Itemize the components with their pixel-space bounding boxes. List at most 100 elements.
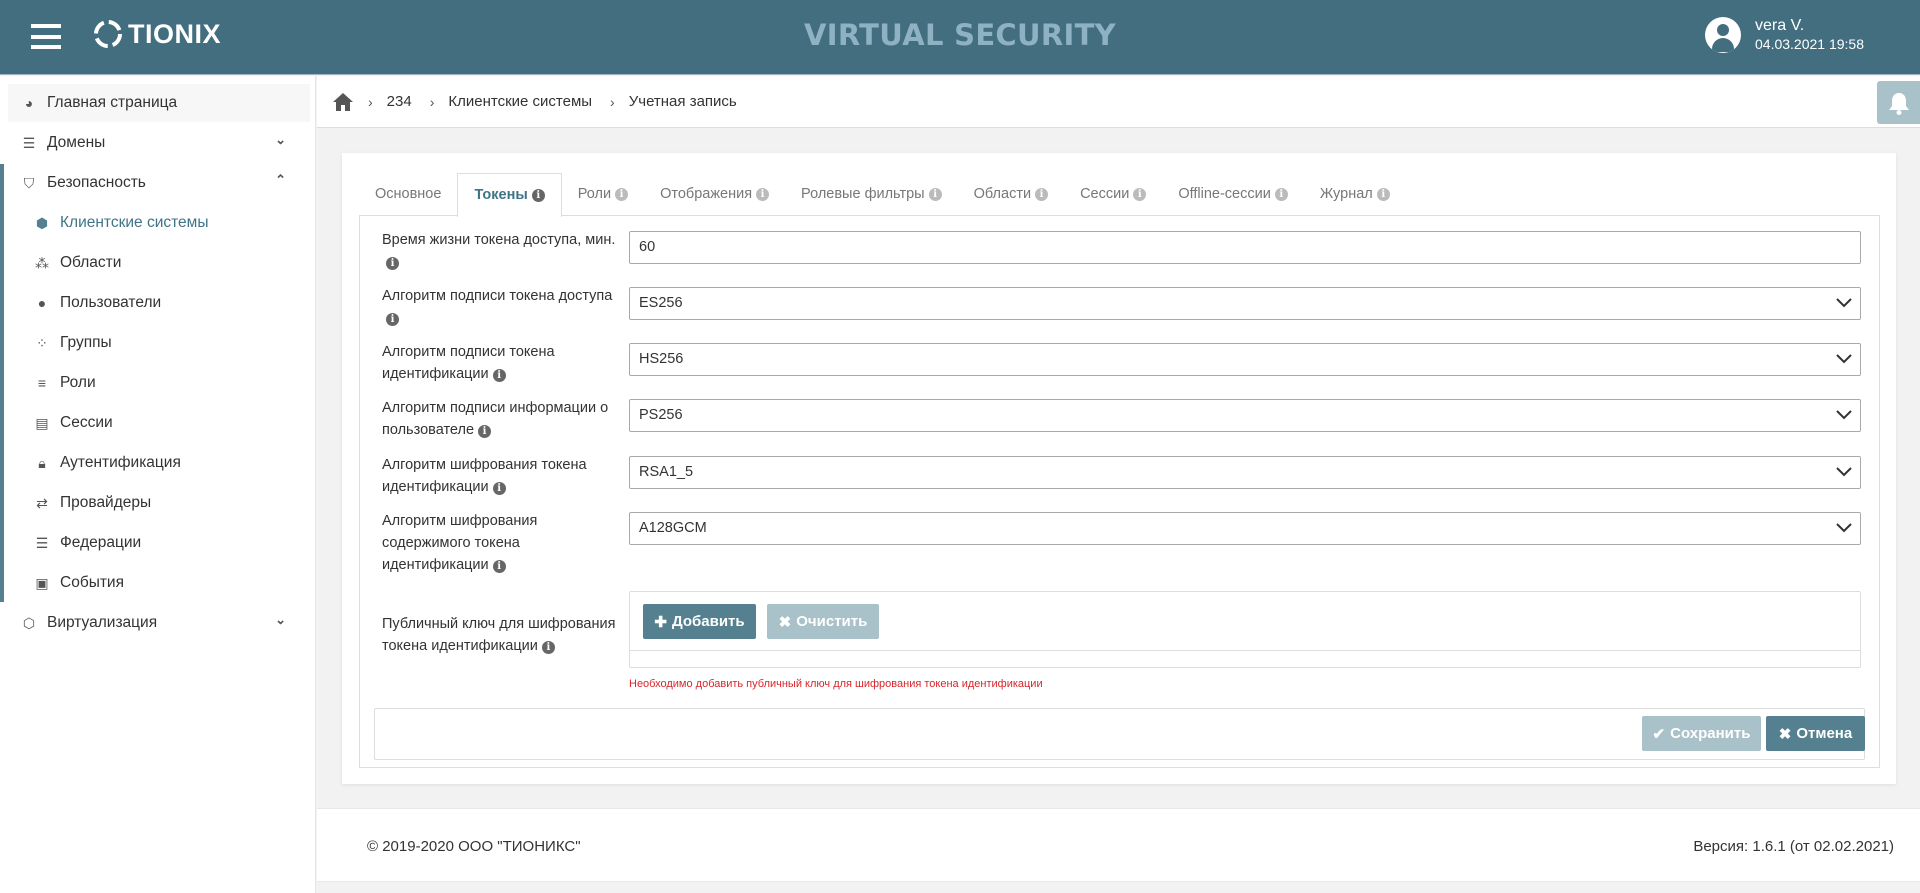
info-icon[interactable]: i bbox=[386, 313, 399, 326]
sidebar-item[interactable]: ⛉ Безопасность ⌃ bbox=[8, 164, 310, 202]
copyright: © 2019-2020 ООО "ТИОНИКС" bbox=[367, 838, 581, 855]
info-icon[interactable]: i bbox=[492, 369, 506, 382]
notifications-button[interactable] bbox=[1877, 81, 1920, 124]
footer: © 2019-2020 ООО "ТИОНИКС" Версия: 1.6.1 … bbox=[317, 808, 1920, 882]
home-icon[interactable] bbox=[332, 92, 354, 112]
calendar-check-icon: ▣ bbox=[35, 574, 49, 591]
algorithm-select[interactable]: HS256 bbox=[629, 343, 1861, 376]
tab-label: Журнал bbox=[1319, 186, 1373, 202]
user-menu[interactable]: vera V. 04.03.2021 19:58 bbox=[1705, 17, 1864, 53]
client-settings-card: Основное Токены i Роли i Отображения i Ролевые … bbox=[342, 153, 1896, 784]
tab[interactable]: Сессии i bbox=[1064, 173, 1162, 216]
chevron-down-icon[interactable]: ⌄ bbox=[275, 612, 286, 628]
public-key-label: Публичный ключ для шифрования токена иде… bbox=[382, 616, 616, 654]
chevron-right-icon: › bbox=[610, 93, 615, 110]
sidebar-item[interactable]: ▤ Сессии bbox=[8, 404, 310, 442]
sidebar-item-label: Федерации bbox=[60, 534, 142, 551]
top-header: TIONIX VIRTUAL SECURITY vera V. 04.03.20… bbox=[0, 0, 1920, 75]
list-icon: ≡ bbox=[37, 375, 47, 391]
tab[interactable]: Токены i bbox=[457, 173, 562, 217]
chevron-up-icon[interactable]: ⌃ bbox=[275, 172, 286, 188]
field-value: RSA1_5 bbox=[639, 464, 694, 480]
chevron-right-icon: › bbox=[368, 93, 373, 110]
cubes-icon: ⁂ bbox=[35, 254, 49, 271]
database-icon: ☰ bbox=[22, 134, 36, 151]
chevron-down-icon bbox=[1836, 523, 1852, 533]
form-actions: ✔ Сохранить ✖ Отмена bbox=[374, 708, 1865, 760]
info-icon[interactable]: i bbox=[386, 257, 399, 270]
tab-label: Ролевые фильтры bbox=[801, 186, 925, 202]
avatar-icon bbox=[1705, 17, 1741, 53]
sidebar-item-label: Домены bbox=[47, 134, 106, 151]
user-name: vera V. bbox=[1755, 17, 1805, 34]
breadcrumb-item[interactable]: 234 bbox=[387, 93, 412, 110]
cancel-button[interactable]: ✖ Отмена bbox=[1766, 716, 1865, 751]
save-button[interactable]: ✔ Сохранить bbox=[1642, 716, 1761, 751]
sidebar-item-label: Виртуализация bbox=[47, 614, 158, 631]
algorithm-select[interactable]: ES256 bbox=[629, 287, 1861, 320]
info-icon[interactable]: i bbox=[478, 425, 492, 438]
chevron-down-icon bbox=[1836, 298, 1852, 308]
public-key-box: ✚ Добавить ✖ Очистить bbox=[629, 591, 1861, 668]
tab[interactable]: Основное bbox=[359, 173, 457, 216]
active-section-indicator bbox=[0, 164, 4, 602]
tab[interactable]: Области i bbox=[958, 173, 1064, 216]
current-datetime: 04.03.2021 19:58 bbox=[1755, 36, 1864, 52]
tab-label: Сессии bbox=[1080, 186, 1130, 202]
info-icon[interactable]: i bbox=[541, 641, 555, 654]
info-icon: i bbox=[1133, 188, 1147, 201]
sidebar-item-label: Аутентификация bbox=[60, 454, 181, 471]
tab[interactable]: Роли i bbox=[562, 173, 644, 216]
chevron-down-icon[interactable]: ⌄ bbox=[275, 132, 286, 148]
app-title: VIRTUAL SECURITY bbox=[804, 18, 1116, 52]
info-icon[interactable]: i bbox=[492, 560, 506, 573]
field-value: PS256 bbox=[639, 407, 683, 423]
sidebar-item[interactable]: ☰ Домены ⌄ bbox=[8, 124, 310, 162]
logo[interactable]: TIONIX bbox=[92, 18, 221, 50]
chevron-right-icon: › bbox=[429, 93, 435, 110]
codepen-icon: ⬡ bbox=[22, 614, 36, 631]
info-icon: i bbox=[1274, 188, 1288, 201]
tab[interactable]: Offline-сессии i bbox=[1162, 173, 1304, 216]
times-icon: ✖ bbox=[1778, 725, 1792, 743]
algorithm-select[interactable]: PS256 bbox=[629, 399, 1861, 432]
tab-label: Роли bbox=[577, 186, 612, 202]
sidebar-item[interactable]: ⬢ Клиентские системы bbox=[8, 204, 310, 242]
divider bbox=[630, 650, 1860, 651]
sidebar-item[interactable]: ⁘ Группы bbox=[8, 324, 310, 362]
field-label: Алгоритм шифрования токена идентификации… bbox=[382, 457, 587, 495]
sidebar-item[interactable]: ≡ Роли bbox=[8, 364, 310, 402]
tab[interactable]: Журнал i bbox=[1304, 173, 1406, 216]
tokens-tab-panel: Время жизни токена доступа, мин.i 60 Алго… bbox=[359, 215, 1880, 768]
add-key-button[interactable]: ✚ Добавить bbox=[643, 604, 756, 639]
tab[interactable]: Ролевые фильтры i bbox=[785, 173, 958, 216]
tab[interactable]: Отображения i bbox=[644, 173, 785, 216]
sidebar: ◕ Главная страница ☰ Домены ⌄ ⛉ Безопасность ⌃ ⬢… bbox=[0, 76, 316, 893]
plus-icon: ✚ bbox=[654, 613, 667, 631]
field-label: Алгоритм шифрования содержимого токена и… bbox=[382, 513, 538, 573]
info-icon[interactable]: i bbox=[492, 482, 506, 495]
algorithm-select[interactable]: A128GCM bbox=[629, 512, 1861, 545]
clear-key-button[interactable]: ✖ Очистить bbox=[767, 604, 879, 639]
lifetime-input[interactable]: 60 bbox=[629, 231, 1861, 264]
sidebar-item[interactable]: ▣ События bbox=[8, 564, 310, 602]
sidebar-item[interactable]: 🔒︎ Аутентификация bbox=[8, 444, 310, 482]
menu-toggle-icon[interactable] bbox=[31, 24, 61, 49]
breadcrumb-item[interactable]: Клиентские системы bbox=[448, 93, 592, 110]
sidebar-item[interactable]: ⬡ Виртуализация ⌄ bbox=[8, 604, 310, 642]
info-icon: i bbox=[1376, 188, 1390, 201]
sidebar-item[interactable]: ● Пользователи bbox=[8, 284, 310, 322]
info-icon: i bbox=[928, 188, 942, 201]
algorithm-select[interactable]: RSA1_5 bbox=[629, 456, 1861, 489]
sidebar-item-label: Провайдеры bbox=[60, 494, 152, 511]
logo-text: TIONIX bbox=[128, 18, 222, 49]
field-value: 60 bbox=[639, 239, 656, 255]
field-label: Алгоритм подписи информации о пользовате… bbox=[382, 400, 609, 438]
times-icon: ✖ bbox=[778, 613, 792, 631]
sidebar-item[interactable]: ⇄ Провайдеры bbox=[8, 484, 310, 522]
dashboard-icon: ◕ bbox=[24, 95, 34, 111]
chevron-down-icon bbox=[1836, 467, 1852, 477]
sidebar-item[interactable]: ☰ Федерации bbox=[8, 524, 310, 562]
sidebar-item[interactable]: ⁂ Области bbox=[8, 244, 310, 282]
sidebar-item[interactable]: ◕ Главная страница bbox=[8, 84, 310, 122]
